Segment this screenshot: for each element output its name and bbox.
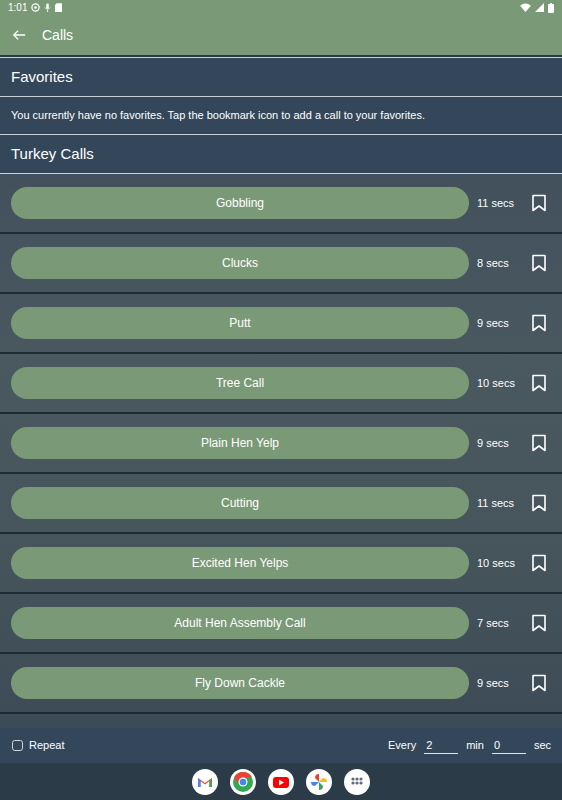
app-drawer-icon[interactable]: [344, 769, 370, 795]
favorites-header: Favorites: [0, 57, 562, 97]
youtube-icon[interactable]: [268, 769, 294, 795]
call-duration: 10 secs: [477, 555, 517, 572]
bookmark-icon[interactable]: [531, 494, 547, 512]
repeat-interval: Every min sec: [388, 737, 551, 755]
call-row: Excited Hen Yelps 10 secs: [0, 534, 562, 594]
call-play-button[interactable]: Cutting: [11, 487, 469, 519]
sd-card-icon: [55, 3, 62, 12]
seconds-label: sec: [534, 737, 551, 754]
call-duration: 9 secs: [477, 675, 517, 692]
bookmark-icon[interactable]: [531, 554, 547, 572]
call-play-button[interactable]: Clucks: [11, 247, 469, 279]
repeat-label: Repeat: [29, 737, 64, 754]
calls-list: Favorites You currently have no favorites…: [0, 55, 562, 728]
chrome-icon[interactable]: [230, 769, 256, 795]
bookmark-icon[interactable]: [531, 194, 547, 212]
calls-section-header: Turkey Calls: [0, 134, 562, 174]
app-bar: Calls: [0, 15, 562, 55]
call-duration: 11 secs: [477, 195, 517, 212]
calls-section-title: Turkey Calls: [11, 143, 94, 166]
call-play-button[interactable]: Gobbling: [11, 187, 469, 219]
favorites-title: Favorites: [11, 66, 73, 89]
minutes-field[interactable]: [424, 737, 458, 755]
call-play-button[interactable]: Plain Hen Yelp: [11, 427, 469, 459]
call-play-button[interactable]: Fly Down Cackle: [11, 667, 469, 699]
photos-icon[interactable]: [306, 769, 332, 795]
call-duration: 10 secs: [477, 375, 517, 392]
bookmark-icon[interactable]: [531, 674, 547, 692]
repeat-option[interactable]: Repeat: [11, 737, 64, 754]
status-time: 1:01: [8, 0, 27, 15]
back-arrow-icon[interactable]: [12, 28, 26, 42]
every-label: Every: [388, 737, 416, 754]
signal-icon: [535, 3, 544, 12]
call-play-button[interactable]: Putt: [11, 307, 469, 339]
call-row: Gobbling 11 secs: [0, 174, 562, 234]
bookmark-icon[interactable]: [531, 614, 547, 632]
repeat-bar: Repeat Every min sec: [0, 728, 562, 763]
battery-icon: [548, 3, 554, 13]
wifi-icon: [520, 3, 531, 12]
bookmark-icon[interactable]: [531, 314, 547, 332]
repeat-checkbox[interactable]: [12, 740, 23, 751]
call-duration: 11 secs: [477, 495, 517, 512]
call-row: Putt 9 secs: [0, 294, 562, 354]
call-play-button[interactable]: Tree Call: [11, 367, 469, 399]
favorites-empty-message: You currently have no favorites. Tap the…: [0, 97, 562, 134]
sync-icon: [31, 3, 40, 12]
call-duration: 9 secs: [477, 315, 517, 332]
call-play-button[interactable]: Excited Hen Yelps: [11, 547, 469, 579]
status-bar: 1:01: [0, 0, 562, 15]
call-play-button[interactable]: Adult Hen Assembly Call: [11, 607, 469, 639]
bookmark-icon[interactable]: [531, 254, 547, 272]
bookmark-icon[interactable]: [531, 374, 547, 392]
seconds-field[interactable]: [492, 737, 526, 755]
screen-title: Calls: [42, 25, 73, 46]
minutes-label: min: [466, 737, 484, 754]
call-row: Tree Call 10 secs: [0, 354, 562, 414]
call-row: Fly Down Cackle 9 secs: [0, 654, 562, 714]
call-duration: 7 secs: [477, 615, 517, 632]
bookmark-icon[interactable]: [531, 434, 547, 452]
call-row: Cutting 11 secs: [0, 474, 562, 534]
app-dock: [0, 763, 562, 800]
call-row: Adult Hen Assembly Call 7 secs: [0, 594, 562, 654]
call-row: Plain Hen Yelp 9 secs: [0, 414, 562, 474]
call-duration: 8 secs: [477, 255, 517, 272]
gmail-icon[interactable]: [192, 769, 218, 795]
call-duration: 9 secs: [477, 435, 517, 452]
mic-icon: [44, 3, 51, 12]
call-row: Clucks 8 secs: [0, 234, 562, 294]
